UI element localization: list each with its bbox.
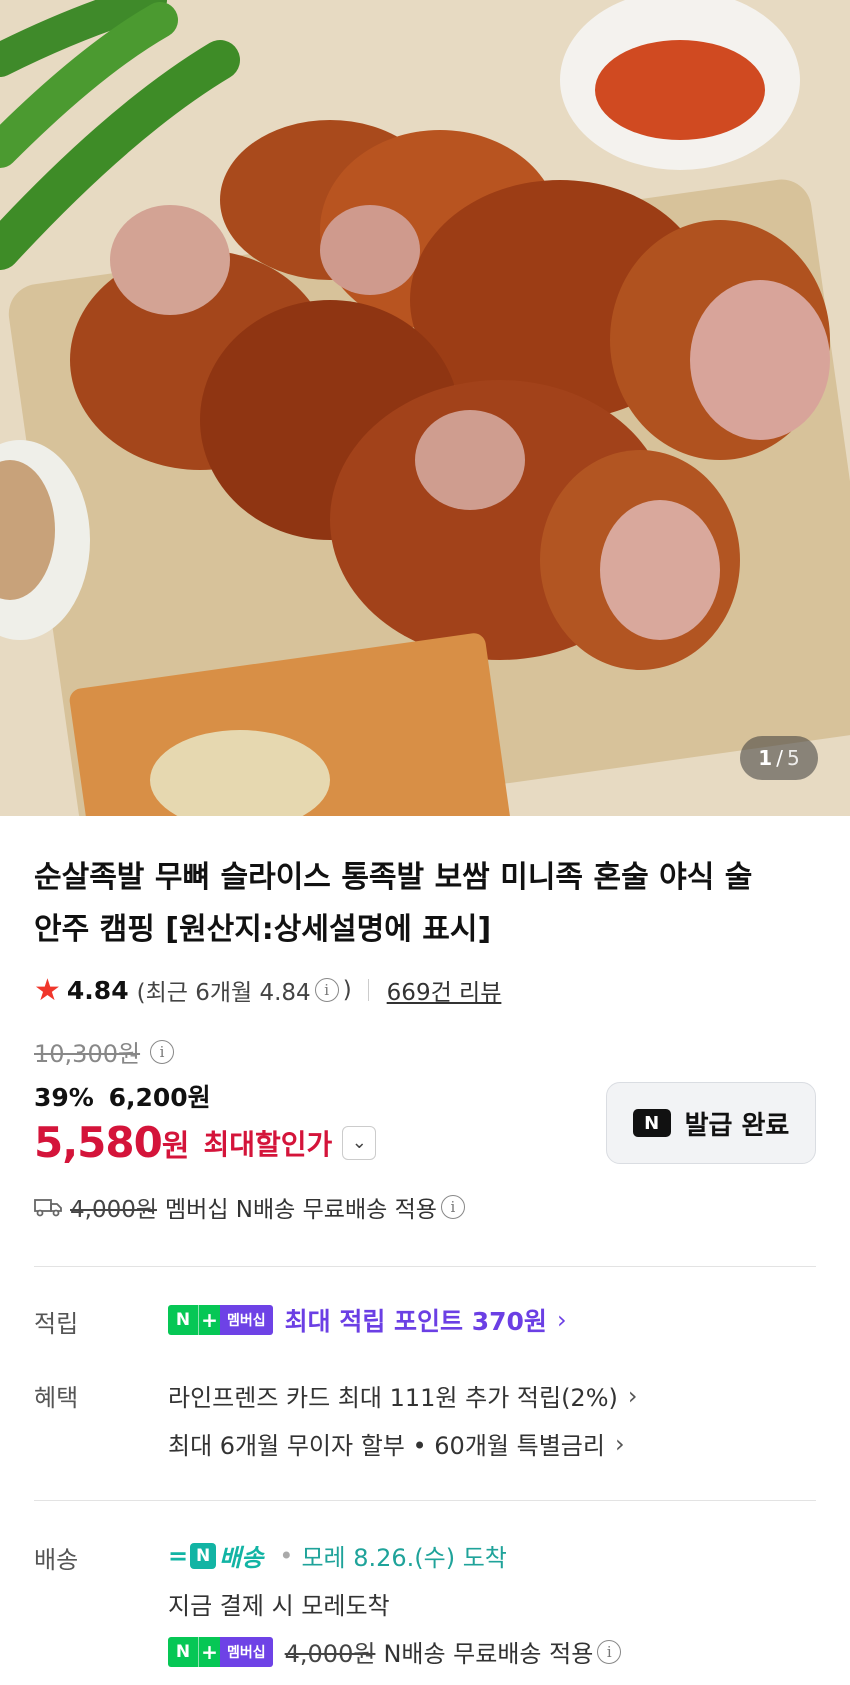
points-label: 적립 xyxy=(34,1310,79,1338)
max-price-won: 원 xyxy=(161,1128,190,1164)
naver-plus-membership-badge: N + 멤버십 xyxy=(168,1305,273,1335)
original-price: 10,300원 xyxy=(34,1040,141,1068)
benefit-installment-row[interactable]: 최대 6개월 무이자 할부 • 60개월 특별금리 › xyxy=(168,1426,625,1461)
divider xyxy=(367,979,369,1001)
info-icon[interactable]: i xyxy=(314,978,339,1002)
divider xyxy=(34,1500,816,1501)
card-benefit-text: 라인프렌즈 카드 최대 111원 추가 적립(2%) xyxy=(168,1384,618,1412)
badge-n: N xyxy=(168,1636,198,1667)
delivery-fee-row: N + 멤버십 4,000원 N배송 무료배송 적용 i xyxy=(168,1634,625,1669)
naver-plus-membership-badge: N + 멤버십 xyxy=(168,1636,273,1667)
naver-n-icon: N xyxy=(190,1542,217,1569)
delivery-note: 지금 결제 시 모레도착 xyxy=(168,1592,390,1620)
chevron-right-icon: › xyxy=(556,1306,567,1334)
chevron-right-icon: › xyxy=(614,1429,625,1458)
badge-membership: 멤버십 xyxy=(220,1305,273,1335)
shipping-fee-original: 4,000원 xyxy=(70,1197,158,1223)
recent-rating-close: ) xyxy=(342,977,352,1003)
benefit-card-row[interactable]: 라인프렌즈 카드 최대 111원 추가 적립(2%) › xyxy=(168,1378,637,1413)
badge-plus: + xyxy=(198,1305,220,1335)
coupon-label: 발급 완료 xyxy=(684,1110,790,1141)
delivery-fee-original: 4,000원 xyxy=(284,1640,376,1668)
delivery-label: 배송 xyxy=(34,1546,79,1574)
info-icon[interactable]: i xyxy=(150,1039,175,1064)
product-title: 순살족발 무뼈 슬라이스 통족발 보쌈 미니족 혼술 야식 술안주 캠핑 [원산… xyxy=(34,860,753,947)
max-points-text: 최대 적립 포인트 370원 xyxy=(284,1307,547,1336)
divider xyxy=(34,1266,816,1267)
info-icon[interactable]: i xyxy=(597,1639,622,1664)
badge-membership: 멤버십 xyxy=(220,1636,273,1667)
image-counter-current: 1 xyxy=(758,746,773,770)
discount-price: 6,200원 xyxy=(108,1083,211,1112)
naver-n-icon: N xyxy=(632,1109,671,1137)
image-counter-sep: / xyxy=(776,746,783,770)
discount-rate: 39% xyxy=(34,1083,94,1112)
benefit-label: 혜택 xyxy=(34,1384,79,1412)
badge-plus: + xyxy=(198,1636,220,1667)
image-counter-total: 5 xyxy=(786,746,800,770)
rating-score: 4.84 xyxy=(66,975,129,1005)
info-icon[interactable]: i xyxy=(440,1195,465,1219)
recent-rating-text: (최근 6개월 4.84 xyxy=(136,980,311,1006)
image-counter: 1 / 5 xyxy=(740,736,818,780)
delivery-note-row: 지금 결제 시 모레도착 xyxy=(168,1586,390,1621)
reviews-link[interactable]: 669건 리뷰 xyxy=(387,973,502,1007)
recent-rating: (최근 6개월 4.84 i ) xyxy=(137,973,352,1007)
installment-benefit-text: 최대 6개월 무이자 할부 • 60개월 특별금리 xyxy=(168,1432,605,1460)
delivery-date-row: = N 배송 • 모레 8.26.(수) 도착 xyxy=(168,1538,507,1573)
badge-n: N xyxy=(168,1305,198,1335)
food-illustration xyxy=(0,0,850,816)
delivery-date: 모레 8.26.(수) 도착 xyxy=(301,1544,507,1572)
shipping-summary: 4,000원 멤버십 N배송 무료배송 적용 i xyxy=(34,1190,469,1224)
max-price-number: 5,580 xyxy=(34,1118,163,1167)
truck-icon xyxy=(34,1199,62,1217)
shipping-fee-text: 멤버십 N배송 무료배송 적용 xyxy=(165,1197,437,1223)
points-row[interactable]: N + 멤버십 최대 적립 포인트 370원 › xyxy=(168,1302,567,1338)
delivery-fee-text: N배송 무료배송 적용 xyxy=(383,1640,594,1668)
star-icon: ★ xyxy=(34,972,61,1008)
max-discount-label: 최대할인가 xyxy=(203,1127,333,1161)
max-discount-row: 5,580 원 최대할인가 ⌄ xyxy=(34,1118,377,1167)
product-image[interactable]: 1 / 5 xyxy=(0,0,850,816)
speed-lines-icon: = xyxy=(168,1541,188,1570)
n-delivery-badge: = N 배송 xyxy=(168,1538,263,1573)
chevron-down-icon[interactable]: ⌄ xyxy=(342,1125,377,1160)
coupon-issued-button[interactable]: N 발급 완료 xyxy=(606,1082,816,1164)
original-price-row: 10,300원 i xyxy=(34,1034,178,1069)
dot-separator: • xyxy=(279,1541,294,1570)
rating-row: ★ 4.84 (최근 6개월 4.84 i ) 669건 리뷰 xyxy=(34,970,501,1010)
n-delivery-text: 배송 xyxy=(219,1544,264,1572)
chevron-right-icon: › xyxy=(627,1381,638,1410)
discount-price-row: 39% 6,200원 xyxy=(34,1078,211,1114)
